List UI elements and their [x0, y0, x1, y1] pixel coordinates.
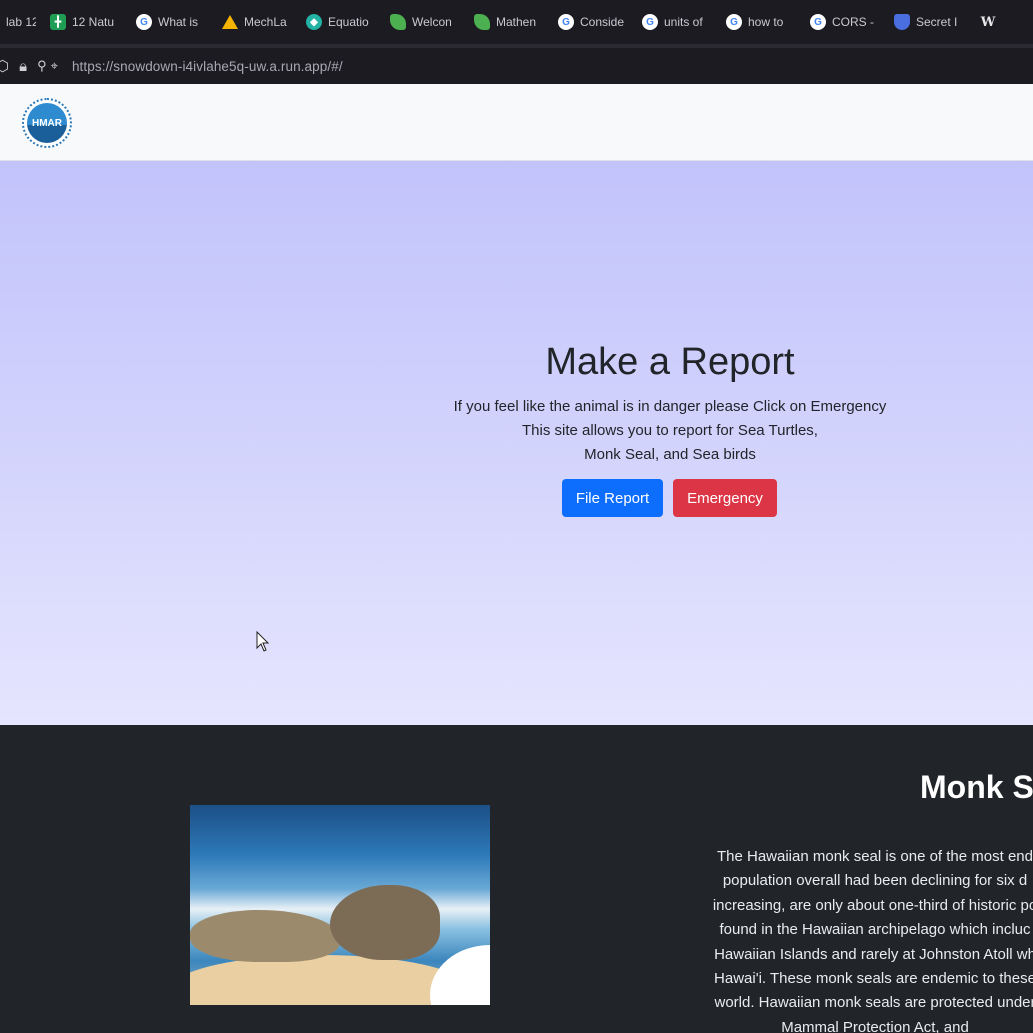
bookmark-label: lab 12 -	[6, 15, 36, 29]
bookmark-item[interactable]: MechLa	[216, 0, 300, 44]
hero-line: If you feel like the animal is in danger…	[453, 398, 887, 415]
permissions-icon[interactable]: ⚲	[37, 58, 47, 74]
bookmark-label: Mathen	[496, 15, 537, 29]
shield-icon[interactable]: ⬡	[0, 57, 9, 75]
bookmarks-bar: lab 12 - ╋ 12 Natu G What is MechLa ◆ Equatio We…	[0, 0, 1033, 44]
google-icon: G	[810, 14, 826, 30]
leaf-icon	[390, 14, 406, 30]
google-icon: G	[726, 14, 742, 30]
bookmark-label: MechLa	[244, 15, 287, 29]
bookmark-item[interactable]: Welcon	[384, 0, 468, 44]
hex-icon: ◆	[306, 14, 322, 30]
bookmark-label: how to	[748, 15, 784, 29]
address-bar[interactable]: ⬡ 🔒︎ ⚲ ⌖ https://snowdown-i4ivlahe5q-uw.…	[0, 48, 1033, 84]
bookmark-label: Equatio	[328, 15, 369, 29]
bookmark-item[interactable]: lab 12 -	[0, 0, 44, 44]
section-heading: Monk S	[920, 769, 1033, 805]
bookmark-item[interactable]: ╋ 12 Natu	[44, 0, 130, 44]
google-icon: G	[558, 14, 574, 30]
monk-seal-section: Monk S The Hawaiian monk seal is one of …	[0, 725, 1033, 1033]
mouse-cursor-icon	[256, 631, 270, 652]
shield-icon	[894, 14, 910, 30]
w-icon: W	[980, 14, 996, 30]
bookmark-item[interactable]: ◆ Equatio	[300, 0, 384, 44]
monk-seal-photo	[190, 805, 490, 1005]
bookmark-label: Welcon	[412, 15, 452, 29]
bookmark-item[interactable]: Ghow to	[720, 0, 804, 44]
hero-line: This site allows you to report for Sea T…	[522, 422, 818, 439]
drive-icon	[222, 15, 238, 29]
monk-seal-description: The Hawaiian monk seal is one of the mos…	[675, 845, 1033, 1033]
paragraph-line: increasing, are only about one-third of …	[712, 896, 1033, 914]
bookmark-item[interactable]: G Conside	[552, 0, 636, 44]
photo-seal	[330, 885, 440, 960]
site-navbar: HMAR	[0, 84, 1033, 161]
bookmark-item[interactable]: Mathen	[468, 0, 552, 44]
paragraph-line: Hawai'i. These monk seals are endemic to…	[714, 970, 1033, 988]
location-icon[interactable]: ⌖	[51, 58, 58, 74]
paragraph-line: The Hawaiian monk seal is one of the mos…	[716, 848, 1033, 865]
paragraph-line: Hawaiian Islands and rarely at Johnston …	[714, 945, 1033, 963]
logo-text: HMAR	[32, 117, 62, 129]
bookmark-item[interactable]: Gunits of	[636, 0, 720, 44]
logo-emblem: HMAR	[27, 103, 67, 143]
paragraph-line: found in the Hawaiian archipelago which …	[719, 921, 1031, 939]
hero-title: Make a Report	[545, 341, 795, 383]
google-icon: G	[642, 14, 658, 30]
sheets-icon: ╋	[50, 14, 66, 30]
leaf-icon	[474, 14, 490, 30]
bookmark-item[interactable]: W	[974, 0, 1014, 44]
bookmark-label: units of	[664, 15, 703, 29]
hero-description: If you feel like the animal is in danger…	[420, 395, 920, 467]
paragraph-line: population overall had been declining fo…	[722, 872, 1028, 890]
bookmark-item[interactable]: G What is	[130, 0, 216, 44]
paragraph-line: world. Hawaiian monk seals are protected…	[714, 994, 1033, 1012]
bookmark-item[interactable]: G CORS -	[804, 0, 888, 44]
bookmark-item[interactable]: Secret I	[888, 0, 974, 44]
bookmark-label: Secret I	[916, 15, 958, 29]
file-report-button[interactable]: File Report	[562, 479, 663, 517]
google-icon: G	[136, 14, 152, 30]
lock-icon[interactable]: 🔒︎	[19, 58, 27, 75]
paragraph-line: Mammal Protection Act, and	[781, 1018, 969, 1033]
url-text[interactable]: https://snowdown-i4ivlahe5q-uw.a.run.app…	[72, 59, 343, 74]
bookmark-label: Conside	[580, 15, 625, 29]
bookmark-label: CORS -	[832, 15, 874, 29]
bookmark-label: 12 Natu	[72, 15, 115, 29]
bookmark-label: What is	[158, 15, 199, 29]
hero-section: Make a Report If you feel like the anima…	[0, 161, 1033, 725]
emergency-button[interactable]: Emergency	[673, 479, 777, 517]
hero-line: Monk Seal, and Sea birds	[584, 446, 756, 463]
hmar-logo[interactable]: HMAR	[22, 98, 72, 148]
